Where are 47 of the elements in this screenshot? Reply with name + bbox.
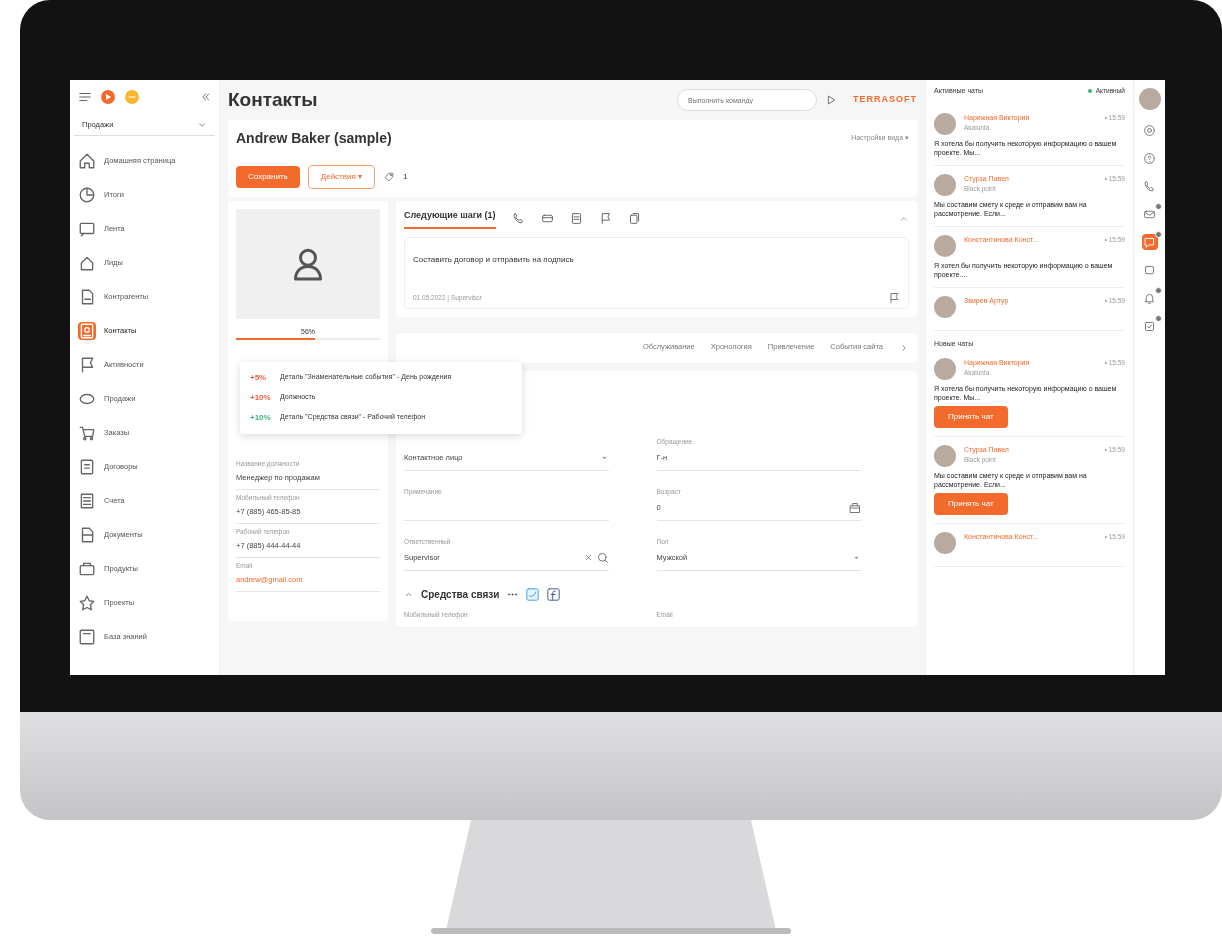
book-icon	[78, 628, 96, 646]
close-icon[interactable]	[583, 553, 593, 562]
avatar-placeholder	[934, 112, 956, 135]
tag-icon[interactable]	[383, 171, 396, 183]
avatar-placeholder	[934, 234, 956, 257]
copy-icon[interactable]	[627, 212, 641, 226]
phone-icon[interactable]	[511, 212, 525, 226]
flag-icon[interactable]	[888, 291, 900, 304]
hint-percent: +5%	[250, 372, 268, 384]
play-circle-icon[interactable]	[100, 89, 116, 105]
section-title: Средства связи	[421, 587, 500, 602]
avatar-placeholder	[934, 444, 956, 467]
hint-percent: +10%	[250, 392, 272, 404]
avatar-placeholder	[934, 357, 956, 380]
pie-chart-icon	[78, 186, 96, 204]
menu-icon[interactable]	[78, 90, 92, 104]
logo-text: TERRASOFT	[853, 93, 917, 107]
settings-icon[interactable]	[1141, 122, 1158, 138]
dropdown-icon[interactable]	[852, 553, 861, 562]
letter-f-icon[interactable]	[547, 587, 561, 601]
help-icon[interactable]	[1141, 150, 1158, 166]
screen-icon	[78, 220, 96, 238]
record-name: Andrew Baker (sample)	[236, 129, 392, 148]
contract-icon	[78, 458, 96, 476]
home-icon	[78, 152, 96, 170]
tag-count: 1	[403, 171, 408, 183]
minus-circle-icon[interactable]	[124, 89, 140, 105]
box-icon	[78, 560, 96, 578]
next-steps-tab[interactable]: Следующие шаги (1)	[404, 209, 496, 229]
collapse-icon[interactable]	[199, 91, 211, 103]
invoice-icon	[78, 492, 96, 510]
avatar-placeholder	[934, 296, 956, 319]
cart-icon	[78, 424, 96, 442]
calendar-icon[interactable]	[569, 212, 583, 226]
dropdown-icon[interactable]	[599, 453, 609, 462]
avatar-placeholder	[934, 531, 956, 554]
user-avatar[interactable]	[1138, 88, 1161, 110]
star-icon	[78, 594, 96, 612]
task-text: Составить договор и отправить на подпись	[413, 253, 575, 266]
chevron-right-icon[interactable]	[899, 342, 909, 353]
page-title: Контакты	[228, 87, 318, 112]
avatar-placeholder	[934, 173, 956, 196]
search-icon[interactable]	[596, 551, 609, 564]
status-dot	[1087, 89, 1092, 94]
contact-card-icon	[78, 322, 96, 340]
hint-percent: +10%	[250, 412, 272, 424]
run-icon[interactable]	[825, 94, 837, 106]
